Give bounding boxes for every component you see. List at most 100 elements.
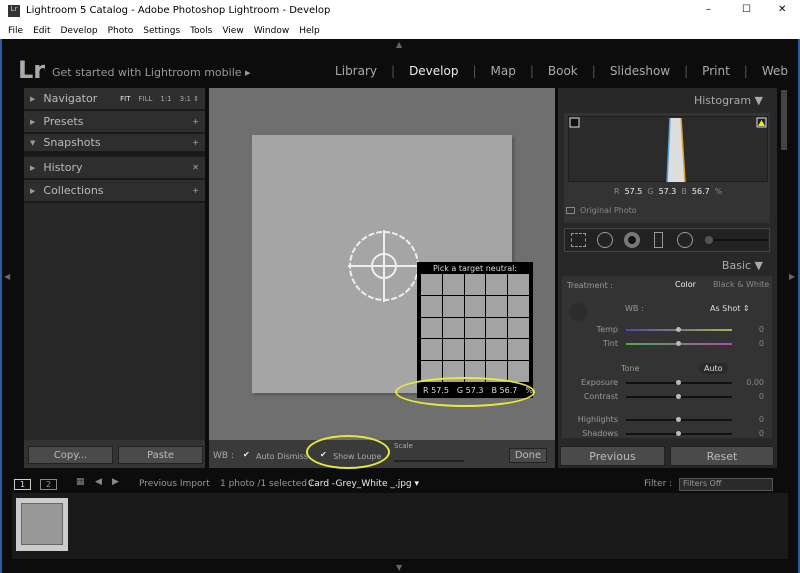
main-window-button[interactable]: 1: [14, 479, 32, 490]
module-slideshow[interactable]: Slideshow: [610, 64, 670, 78]
radial-filter-icon[interactable]: [677, 232, 693, 248]
grid-view-icon[interactable]: ▦: [76, 477, 85, 487]
filename-dropdown[interactable]: Card -Grey_White _.jpg ▾: [308, 479, 419, 489]
menu-file[interactable]: File: [8, 26, 23, 36]
slider-label-3: Contrast: [583, 392, 618, 401]
presets-panel-header[interactable]: ▶ Presets +: [24, 111, 205, 134]
scale-slider[interactable]: [394, 460, 464, 462]
module-web[interactable]: Web: [762, 64, 788, 78]
add-preset-icon[interactable]: +: [192, 117, 199, 126]
annotation-circle-rgb: [395, 377, 535, 407]
module-develop[interactable]: Develop: [409, 64, 458, 78]
menu-help[interactable]: Help: [299, 26, 320, 36]
slider-thumb-4[interactable]: [676, 417, 681, 422]
zoom-3-1[interactable]: 3:1 ⇕: [180, 95, 199, 103]
filmstrip-thumbnail[interactable]: [16, 498, 68, 551]
module-book[interactable]: Book: [548, 64, 578, 78]
zoom-fill[interactable]: FILL: [138, 95, 152, 103]
treatment-bw[interactable]: Black & White: [713, 280, 769, 289]
slider-thumb-3[interactable]: [676, 394, 681, 399]
slider-thumb-2[interactable]: [676, 380, 681, 385]
crop-tool-icon[interactable]: [571, 233, 586, 247]
secondary-window-button[interactable]: 2: [40, 479, 58, 490]
slider-thumb-5[interactable]: [676, 431, 681, 436]
right-panel-toggle-icon[interactable]: ▶: [789, 272, 795, 281]
add-snapshot-icon[interactable]: +: [192, 138, 199, 147]
minimize-button[interactable]: –: [706, 4, 711, 15]
module-library[interactable]: Library: [335, 64, 377, 78]
forward-arrow-icon[interactable]: ▶: [112, 477, 119, 487]
collections-panel-header[interactable]: ▶ Collections +: [24, 180, 205, 203]
hist-r-label: R: [614, 187, 620, 196]
top-panel-toggle-icon[interactable]: ▲: [396, 40, 402, 49]
navigator-panel-header[interactable]: ▶ Navigator FIT FILL 1:1 3:1 ⇕: [24, 88, 205, 111]
hist-b-label: B: [681, 187, 687, 196]
bottom-panel-toggle-icon[interactable]: ▼: [396, 563, 402, 572]
slider-thumb-0[interactable]: [676, 327, 681, 332]
menu-window[interactable]: Window: [254, 26, 290, 36]
lightroom-logo: Lr: [18, 56, 46, 84]
snapshots-panel-header[interactable]: ▼ Snapshots +: [24, 134, 205, 157]
menu-settings[interactable]: Settings: [143, 26, 180, 36]
maximize-button[interactable]: ☐: [742, 4, 751, 15]
previous-button[interactable]: Previous: [560, 446, 665, 466]
app-icon: Lr: [8, 5, 20, 17]
auto-dismiss-checkbox[interactable]: ✔: [243, 450, 250, 459]
selection-info: 1 photo /1 selected /: [220, 479, 313, 489]
close-button[interactable]: ✕: [778, 4, 786, 15]
filter-label: Filter :: [644, 479, 673, 489]
red-eye-icon[interactable]: [624, 232, 640, 248]
history-panel-header[interactable]: ▶ History ✕: [24, 157, 205, 180]
auto-tone-button[interactable]: Auto: [699, 363, 728, 374]
add-collection-icon[interactable]: +: [192, 186, 199, 195]
source-label[interactable]: Previous Import: [139, 479, 210, 489]
histogram-chart: [568, 116, 768, 182]
spot-removal-icon[interactable]: [597, 232, 613, 248]
hist-r: 57.5: [624, 187, 643, 196]
filter-select[interactable]: Filters Off: [679, 478, 773, 491]
original-photo-checkbox[interactable]: [566, 207, 575, 214]
zoom-1-1[interactable]: 1:1: [160, 95, 171, 103]
title-bar: Lr Lightroom 5 Catalog - Adobe Photoshop…: [0, 0, 800, 22]
menu-tools[interactable]: Tools: [190, 26, 212, 36]
menu-develop[interactable]: Develop: [61, 26, 98, 36]
get-started-mobile-link[interactable]: Get started with Lightroom mobile ▸: [52, 66, 251, 79]
left-panel: ▶ Navigator FIT FILL 1:1 3:1 ⇕ ▶ Presets + ▼ Sn…: [24, 88, 205, 468]
scale-label: Scale: [394, 442, 413, 450]
menu-edit[interactable]: Edit: [33, 26, 50, 36]
zoom-fit[interactable]: FIT: [120, 95, 130, 103]
paste-button[interactable]: Paste: [118, 446, 203, 464]
window-title: Lightroom 5 Catalog - Adobe Photoshop Li…: [26, 5, 331, 16]
slider-label-5: Shadows: [582, 429, 618, 438]
hist-g-label: G: [647, 187, 654, 196]
histogram-header[interactable]: Histogram ▼: [694, 94, 763, 107]
brush-slider[interactable]: [713, 239, 768, 241]
slider-value-1: 0: [758, 339, 764, 348]
copy-button[interactable]: Copy...: [28, 446, 113, 464]
treatment-color[interactable]: Color: [675, 280, 696, 289]
slider-value-5: 0: [758, 429, 764, 438]
done-button[interactable]: Done: [509, 448, 547, 463]
hist-b: 56.7: [691, 187, 710, 196]
module-print[interactable]: Print: [702, 64, 730, 78]
clear-history-icon[interactable]: ✕: [192, 163, 199, 172]
adjustment-brush-icon[interactable]: [705, 236, 713, 244]
basic-header[interactable]: Basic ▼: [722, 259, 763, 272]
wb-eyedropper-icon[interactable]: [569, 303, 587, 321]
reset-button[interactable]: Reset: [670, 446, 774, 466]
shadow-clipping-toggle: [569, 117, 580, 128]
slider-thumb-1[interactable]: [676, 341, 681, 346]
graduated-filter-icon[interactable]: [654, 232, 663, 248]
menu-photo[interactable]: Photo: [108, 26, 134, 36]
back-arrow-icon[interactable]: ◀: [95, 477, 102, 487]
right-panel-scrollbar[interactable]: [781, 90, 787, 150]
menu-view[interactable]: View: [222, 26, 243, 36]
wb-select[interactable]: As Shot ⇕: [710, 304, 750, 313]
slider-label-2: Exposure: [580, 378, 618, 387]
module-map[interactable]: Map: [491, 64, 516, 78]
navigator-label: Navigator: [43, 92, 98, 105]
snapshots-label: Snapshots: [43, 136, 101, 149]
slider-value-4: 0: [758, 415, 764, 424]
slider-label-1: Tint: [602, 339, 618, 348]
left-panel-toggle-icon[interactable]: ◀: [4, 272, 10, 281]
